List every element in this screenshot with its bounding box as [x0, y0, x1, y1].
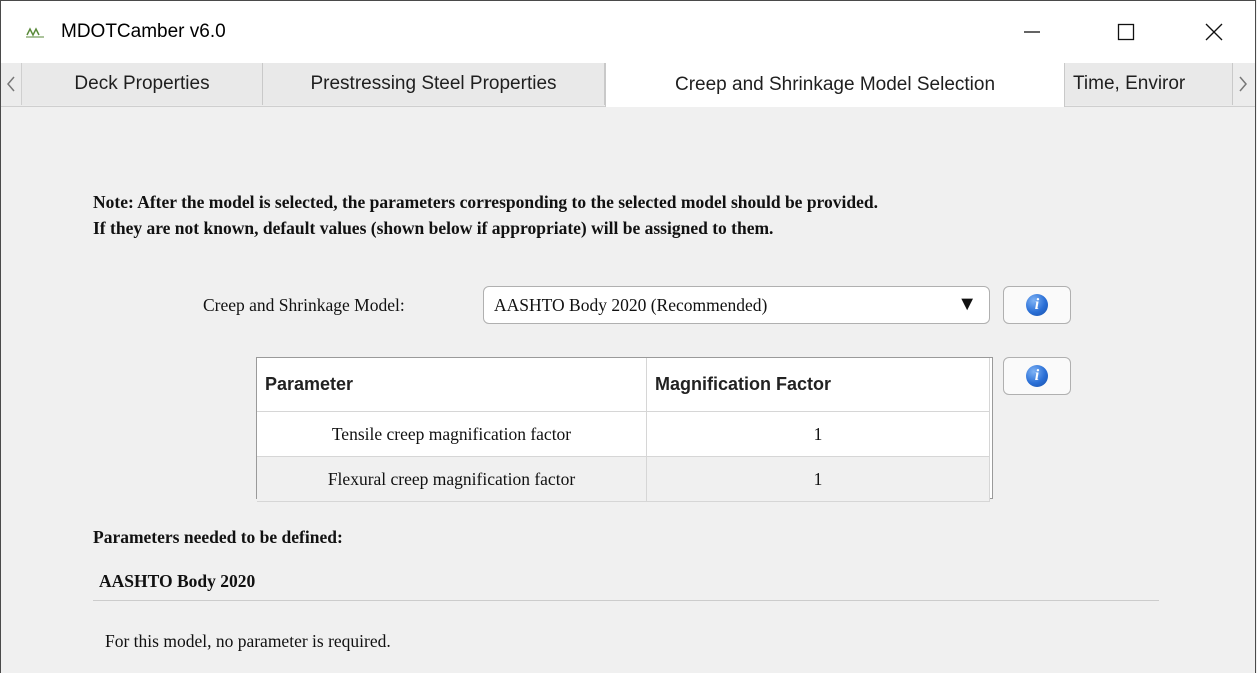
model-info-button[interactable]: i [1003, 286, 1071, 324]
no-parameter-message: For this model, no parameter is required… [105, 631, 391, 651]
model-select-value: AASHTO Body 2020 (Recommended) [494, 295, 768, 315]
tab-creep-shrinkage-model-selection[interactable]: Creep and Shrinkage Model Selection [605, 63, 1065, 107]
magnification-factor-cell[interactable]: 1 [646, 456, 990, 502]
tab-scroll-right-button[interactable] [1233, 63, 1253, 105]
chevron-right-icon [1239, 76, 1247, 92]
maximize-button[interactable] [1091, 1, 1161, 63]
column-header-magnification-factor[interactable]: Magnification Factor [646, 358, 990, 412]
close-icon [1205, 23, 1223, 41]
magnification-factor-cell[interactable]: 1 [646, 411, 990, 457]
tab-deck-properties[interactable]: Deck Properties [22, 63, 263, 105]
note-text: Note: After the model is selected, the p… [93, 189, 878, 241]
tab-bar: Deck Properties Prestressing Steel Prope… [1, 63, 1255, 107]
close-button[interactable] [1179, 1, 1249, 63]
table-info-button[interactable]: i [1003, 357, 1071, 395]
maximize-icon [1117, 23, 1135, 41]
column-header-parameter[interactable]: Parameter [257, 358, 647, 412]
parameter-cell: Flexural creep magnification factor [257, 456, 647, 502]
tab-prestressing-steel-properties[interactable]: Prestressing Steel Properties [263, 63, 605, 105]
dropdown-arrow-icon: ▼ [957, 293, 977, 315]
chevron-left-icon [7, 76, 15, 92]
minimize-icon [1024, 31, 1040, 33]
window-title: MDOTCamber v6.0 [61, 21, 226, 42]
selected-model-name: AASHTO Body 2020 [99, 571, 256, 591]
parameters-heading: Parameters needed to be defined: [93, 527, 343, 547]
magnification-factor-table: Parameter Magnification Factor Tensile c… [256, 357, 993, 502]
table-row: Flexural creep magnification factor 1 [257, 456, 990, 502]
app-window: MDOTCamber v6.0 Deck Properties Prestres… [0, 0, 1256, 673]
table-row: Tensile creep magnification factor 1 [257, 411, 990, 457]
info-icon: i [1026, 294, 1048, 316]
model-select-label: Creep and Shrinkage Model: [203, 295, 405, 315]
creep-shrinkage-model-dropdown[interactable]: AASHTO Body 2020 (Recommended) ▼ [483, 286, 990, 324]
section-divider [93, 600, 1159, 601]
title-bar[interactable]: MDOTCamber v6.0 [1, 1, 1255, 63]
info-icon: i [1026, 365, 1048, 387]
parameter-cell: Tensile creep magnification factor [257, 411, 647, 457]
note-line-1: Note: After the model is selected, the p… [93, 192, 878, 212]
minimize-button[interactable] [997, 1, 1067, 63]
mdotcamber-logo-icon [26, 27, 44, 38]
tab-time-environment[interactable]: Time, Enviror [1065, 63, 1233, 105]
note-line-2: If they are not known, default values (s… [93, 218, 774, 238]
tab-scroll-left-button[interactable] [1, 63, 22, 105]
